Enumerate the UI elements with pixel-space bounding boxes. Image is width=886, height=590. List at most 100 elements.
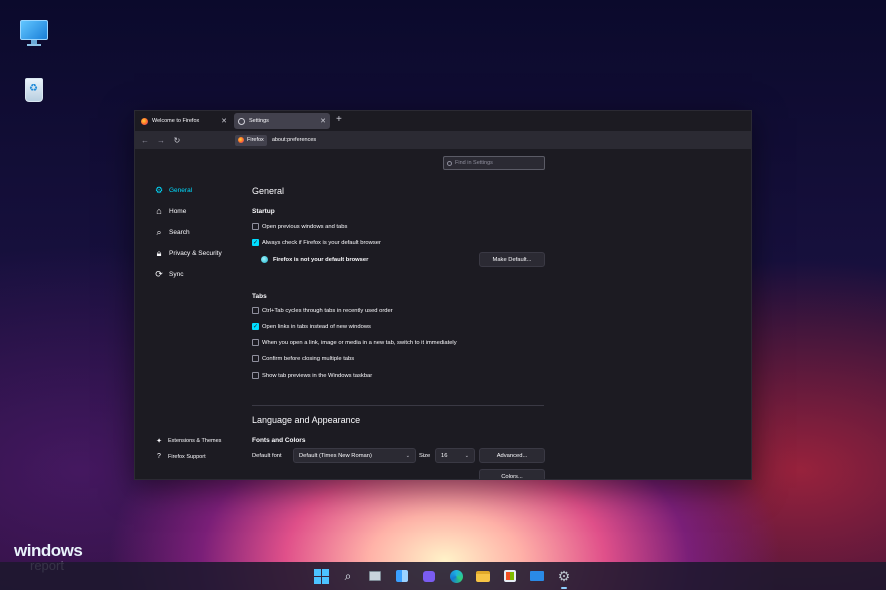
sidebar-extensions-themes[interactable]: ✦ Extensions & Themes	[155, 437, 221, 445]
search-placeholder: Find in Settings	[455, 160, 493, 166]
checkbox-switch-immediately[interactable]: When you open a link, image or media in …	[252, 339, 457, 346]
select-value: Default (Times New Roman)	[299, 452, 372, 459]
firefox-window: Welcome to Firefox ✕ Settings ✕ + ← → ↻ …	[134, 110, 752, 480]
search-icon: ⌕	[156, 226, 162, 237]
checkbox-label: Show tab previews in the Windows taskbar	[262, 372, 373, 379]
checkbox-label: Open previous windows and tabs	[262, 223, 348, 230]
sidebar-item-label: Home	[169, 207, 187, 215]
edge-icon[interactable]	[447, 567, 465, 585]
checkbox-open-previous[interactable]: Open previous windows and tabs	[252, 223, 347, 230]
section-divider	[252, 405, 544, 406]
gear-icon	[238, 117, 245, 125]
sidebar-footer-label: Extensions & Themes	[168, 438, 222, 444]
checkbox-checked[interactable]: ✓	[252, 323, 259, 330]
sidebar-item-label: General	[169, 186, 193, 194]
checkbox[interactable]	[252, 372, 259, 379]
sidebar-item-general[interactable]: ⚙ General	[154, 185, 192, 195]
tabs-heading: Tabs	[252, 293, 267, 300]
checkbox-open-links-tabs[interactable]: ✓ Open links in tabs instead of new wind…	[252, 323, 371, 330]
sidebar-item-home[interactable]: ⌂ Home	[154, 206, 186, 216]
nav-bar: ← → ↻ Firefox about:preferences	[135, 131, 751, 149]
checkbox-label: Open links in tabs instead of new window…	[262, 323, 371, 330]
checkbox-label: Confirm before closing multiple tabs	[262, 355, 355, 362]
mail-icon[interactable]	[528, 567, 546, 585]
info-icon	[261, 256, 268, 263]
url-text[interactable]: about:preferences	[272, 137, 316, 143]
chat-icon[interactable]	[420, 567, 438, 585]
gear-icon: ⚙	[154, 184, 164, 195]
default-font-select[interactable]: Default (Times New Roman) ⌄	[293, 448, 416, 463]
checkbox-label: Ctrl+Tab cycles through tabs in recently…	[262, 307, 393, 314]
home-icon: ⌂	[156, 206, 162, 216]
tab-settings[interactable]: Settings ✕	[234, 113, 330, 129]
sidebar-item-search[interactable]: ⌕ Search	[154, 226, 190, 237]
close-icon[interactable]: ✕	[320, 117, 326, 125]
default-font-label: Default font	[252, 453, 282, 459]
firefox-icon	[141, 117, 148, 125]
search-icon[interactable]: ⌕	[339, 567, 357, 585]
firefox-icon	[238, 137, 244, 143]
checkbox-label: When you open a link, image or media in …	[262, 339, 457, 346]
tab-label: Welcome to Firefox	[152, 118, 200, 124]
widgets-icon[interactable]	[393, 567, 411, 585]
settings-icon[interactable]: ⚙	[555, 567, 573, 589]
settings-page: Find in Settings ⚙ General ⌂ Home ⌕ Sear…	[135, 149, 751, 479]
help-icon: ?	[157, 453, 161, 460]
lock-icon: 🔒︎	[156, 247, 162, 258]
language-appearance-heading: Language and Appearance	[252, 415, 361, 425]
sidebar-item-sync[interactable]: ⟳ Sync	[154, 269, 183, 279]
default-browser-status: Firefox is not your default browser	[261, 256, 368, 263]
checkbox-confirm-close[interactable]: Confirm before closing multiple tabs	[252, 355, 354, 362]
search-input[interactable]: Find in Settings	[443, 156, 545, 170]
checkbox[interactable]	[252, 355, 259, 362]
search-icon	[447, 160, 452, 166]
sidebar-footer-label: Firefox Support	[168, 453, 206, 460]
forward-button[interactable]: →	[153, 136, 169, 145]
start-icon[interactable]	[312, 567, 330, 585]
checkbox-tab-previews[interactable]: Show tab previews in the Windows taskbar	[252, 372, 372, 379]
close-icon[interactable]: ✕	[221, 117, 227, 125]
puzzle-icon: ✦	[156, 438, 162, 445]
sidebar-item-label: Privacy & Security	[169, 249, 222, 257]
sidebar-item-privacy[interactable]: 🔒︎ Privacy & Security	[154, 248, 222, 258]
identity-label: Firefox	[247, 137, 264, 143]
back-button[interactable]: ←	[137, 136, 153, 145]
startup-heading: Startup	[252, 208, 275, 215]
checkbox[interactable]	[252, 223, 259, 230]
brand-line1: windows	[14, 541, 83, 560]
tab-strip: Welcome to Firefox ✕ Settings ✕ +	[135, 111, 751, 131]
this-pc-icon[interactable]	[20, 18, 52, 50]
new-tab-button[interactable]: +	[336, 114, 342, 126]
tab-welcome[interactable]: Welcome to Firefox ✕	[137, 113, 231, 129]
page-title: General	[252, 186, 285, 196]
chevron-down-icon: ⌄	[464, 452, 469, 459]
chevron-down-icon: ⌄	[405, 452, 410, 459]
task-view-icon[interactable]	[366, 567, 384, 585]
advanced-button[interactable]: Advanced...	[479, 448, 545, 463]
sidebar-item-label: Sync	[169, 270, 184, 278]
store-icon[interactable]	[501, 567, 519, 585]
make-default-button[interactable]: Make Default...	[479, 252, 545, 267]
checkbox-label: Always check if Firefox is your default …	[262, 239, 381, 246]
checkbox-ctrl-tab[interactable]: Ctrl+Tab cycles through tabs in recently…	[252, 307, 393, 314]
recycle-bin-icon[interactable]: ♻	[23, 74, 55, 106]
tab-label: Settings	[249, 118, 269, 124]
reload-button[interactable]: ↻	[169, 136, 185, 145]
sidebar-firefox-support[interactable]: ? Firefox Support	[155, 453, 206, 460]
checkbox[interactable]	[252, 339, 259, 346]
select-value: 16	[441, 452, 448, 459]
file-explorer-icon[interactable]	[474, 567, 492, 585]
taskbar: ⌕ ⚙	[0, 562, 886, 590]
checkbox-checked[interactable]: ✓	[252, 239, 259, 246]
colors-button[interactable]: Colors...	[479, 469, 545, 479]
fonts-colors-heading: Fonts and Colors	[252, 437, 306, 444]
font-size-select[interactable]: 16 ⌄	[435, 448, 475, 463]
sync-icon: ⟳	[155, 268, 163, 279]
checkbox-default-browser-check[interactable]: ✓ Always check if Firefox is your defaul…	[252, 239, 381, 246]
identity-box[interactable]: Firefox	[235, 134, 267, 146]
size-label: Size	[419, 453, 431, 459]
status-text: Firefox is not your default browser	[273, 256, 369, 263]
url-bar[interactable]: Firefox about:preferences	[235, 133, 745, 147]
checkbox[interactable]	[252, 307, 259, 314]
sidebar-item-label: Search	[169, 228, 190, 236]
